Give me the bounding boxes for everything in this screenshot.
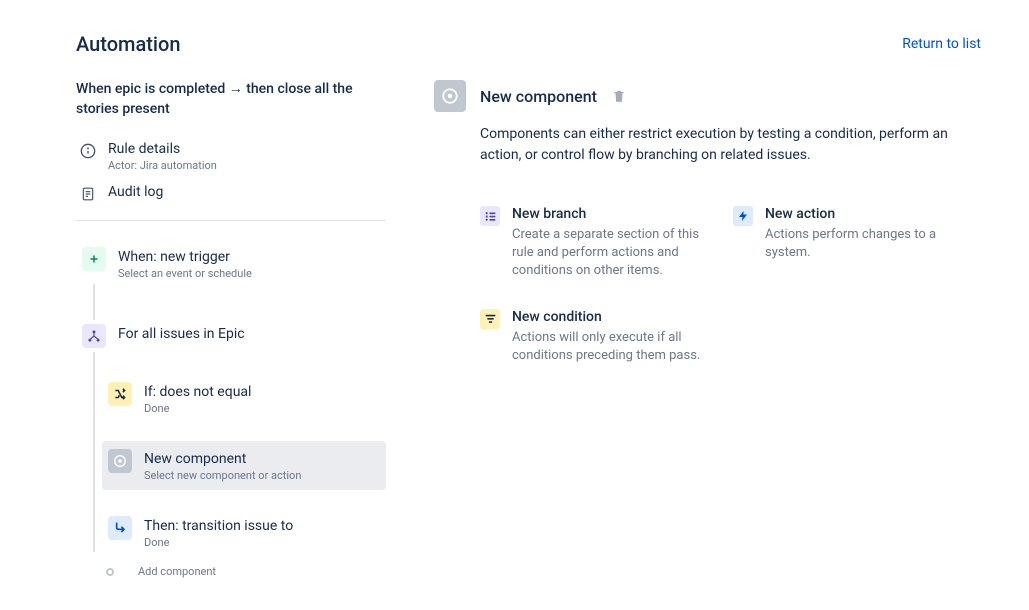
info-icon <box>80 143 96 159</box>
add-component-button[interactable]: Add component <box>128 565 386 578</box>
page-title: Automation <box>76 32 181 56</box>
flow-new-component-label: New component <box>144 449 301 467</box>
flow-trigger-sublabel: Select an event or schedule <box>118 267 252 280</box>
detail-panel: New component Components can either rest… <box>434 80 954 578</box>
new-component-icon <box>108 449 132 473</box>
filter-icon <box>480 309 500 329</box>
rule-flow: When: new trigger Select an event or sch… <box>76 239 386 578</box>
flow-connector <box>76 288 386 316</box>
add-circle-icon <box>106 568 114 576</box>
option-condition-desc: Actions will only execute if all conditi… <box>512 329 701 365</box>
component-options: New branch Create a separate section of … <box>480 206 954 365</box>
audit-log-label: Audit log <box>108 184 163 200</box>
panel-icon <box>434 80 466 112</box>
flow-branch-label: For all issues in Epic <box>118 324 245 342</box>
flow-trigger-label: When: new trigger <box>118 247 252 265</box>
add-component-label: Add component <box>138 565 216 578</box>
branch-icon <box>82 324 106 348</box>
flow-action-label: Then: transition issue to <box>144 516 293 534</box>
delete-button[interactable] <box>611 88 627 104</box>
return-to-list-link[interactable]: Return to list <box>902 36 981 52</box>
option-branch-title: New branch <box>512 206 701 222</box>
option-new-branch[interactable]: New branch Create a separate section of … <box>480 206 701 281</box>
option-new-condition[interactable]: New condition Actions will only execute … <box>480 309 701 365</box>
panel-title: New component <box>480 87 597 106</box>
condition-icon <box>108 382 132 406</box>
panel-description: Components can either restrict execution… <box>480 124 954 166</box>
rule-sidebar: When epic is completed → then close all … <box>76 80 386 578</box>
option-action-title: New action <box>765 206 954 222</box>
audit-log-row[interactable]: Audit log <box>76 178 386 208</box>
bolt-icon <box>733 206 753 226</box>
option-action-desc: Actions perform changes to a system. <box>765 226 954 262</box>
flow-action[interactable]: Then: transition issue to Done <box>102 508 386 557</box>
flow-condition-label: If: does not equal <box>144 382 251 400</box>
option-condition-title: New condition <box>512 309 701 325</box>
rule-name: When epic is completed → then close all … <box>76 80 386 119</box>
rule-details-row[interactable]: Rule details Actor: Jira automation <box>76 135 386 178</box>
flow-new-component[interactable]: New component Select new component or ac… <box>102 441 386 490</box>
transition-icon <box>108 516 132 540</box>
audit-log-icon <box>80 186 96 202</box>
rule-actor-label: Actor: Jira automation <box>108 159 217 172</box>
flow-branch[interactable]: For all issues in Epic <box>76 316 386 356</box>
list-icon <box>480 206 500 226</box>
flow-new-component-sublabel: Select new component or action <box>144 469 301 482</box>
rule-details-label: Rule details <box>108 141 217 157</box>
flow-trigger[interactable]: When: new trigger Select an event or sch… <box>76 239 386 288</box>
flow-nested: If: does not equal Done New component Se… <box>102 356 386 578</box>
flow-action-sublabel: Done <box>144 536 293 549</box>
flow-condition-sublabel: Done <box>144 402 251 415</box>
plus-icon <box>82 247 106 271</box>
option-branch-desc: Create a separate section of this rule a… <box>512 226 701 281</box>
option-new-action[interactable]: New action Actions perform changes to a … <box>733 206 954 281</box>
flow-condition[interactable]: If: does not equal Done <box>102 374 386 423</box>
divider <box>76 220 386 221</box>
